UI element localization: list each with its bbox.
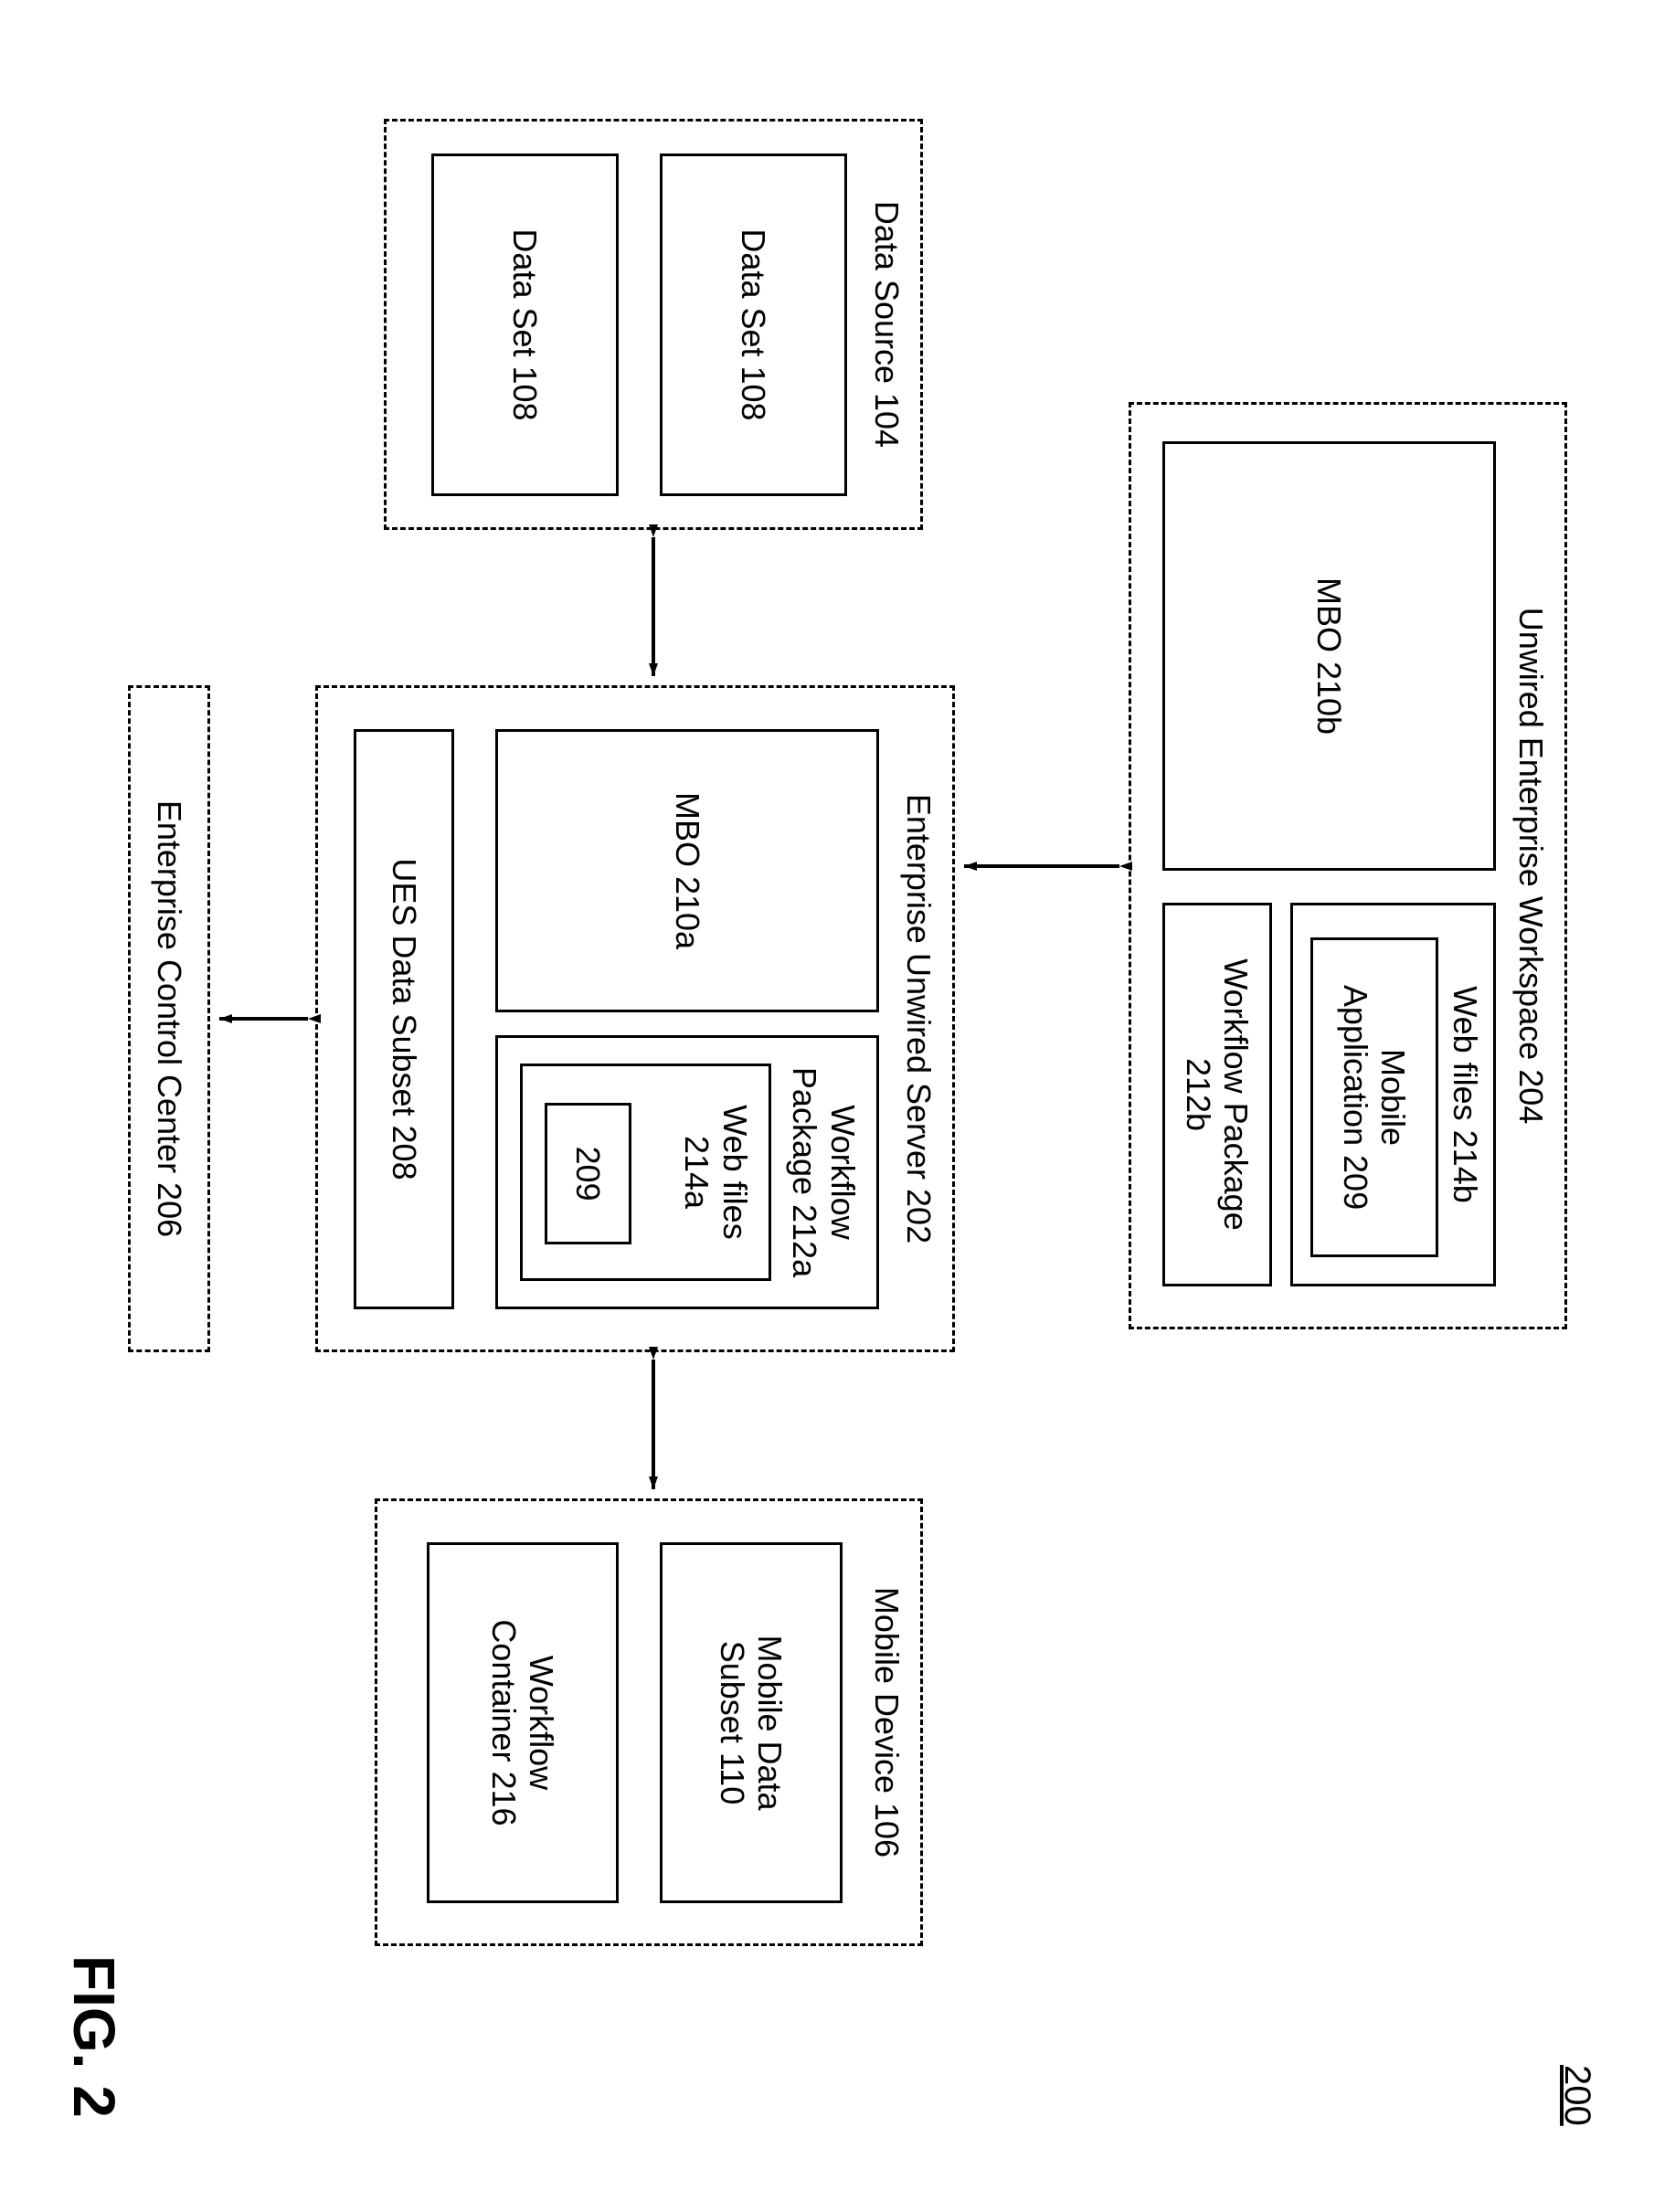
uew-web-files-label: Web files 214b [1446,905,1484,1284]
data-set-2-label: Data Set 108 [434,156,616,493]
ecc-title: Enterprise Control Center 206 [131,688,207,1349]
mobile-device: Mobile Device 106 Mobile Data Subset 110… [375,1498,923,1946]
mobile-data-subset: Mobile Data Subset 110 [660,1542,843,1903]
eus-workflow-package: Workflow Package 212a Web files 214a 209 [495,1035,879,1309]
eus-mbo-label: MBO 210a [498,732,876,1010]
arrow-uew-eus [955,855,1129,877]
uew-title: Unwired Enterprise Workspace 204 [1511,405,1550,1327]
uew-mobile-application: Mobile Application 209 [1310,937,1438,1257]
unwired-enterprise-workspace: Unwired Enterprise Workspace 204 MBO 210… [1129,402,1567,1329]
eus-web-files-label: Web files 214a [673,1066,759,1278]
eus-inner-209-label: 209 [547,1106,629,1242]
uew-workflow-pkg-label: Workflow Package 212b [1165,905,1269,1284]
data-set-1: Data Set 108 [660,153,847,496]
arrow-eus-mobiledevice [642,1352,664,1498]
ues-data-subset: UES Data Subset 208 [354,729,454,1309]
data-source: Data Source 104 Data Set 108 Data Set 10… [384,119,923,530]
eus-web-files: Web files 214a 209 [520,1064,771,1281]
workflow-container-label: Workflow Container 216 [429,1545,616,1900]
uew-web-files: Web files 214b Mobile Application 209 [1290,903,1496,1286]
data-source-title: Data Source 104 [867,122,906,527]
data-set-1-label: Data Set 108 [663,156,844,493]
mobile-data-subset-label: Mobile Data Subset 110 [663,1545,840,1900]
eus-inner-209: 209 [545,1103,631,1244]
figure-caption: FIG. 2 [60,1955,128,2118]
uew-workflow-package: Workflow Package 212b [1162,903,1272,1286]
data-set-2: Data Set 108 [431,153,619,496]
arrow-datasource-eus [642,530,664,685]
uew-mbo: MBO 210b [1162,441,1496,871]
eus-mbo: MBO 210a [495,729,879,1012]
ues-data-subset-label: UES Data Subset 208 [356,732,451,1307]
enterprise-unwired-server: Enterprise Unwired Server 202 MBO 210a W… [315,685,955,1352]
figure-number: 200 [1556,2065,1597,2126]
mobile-device-title: Mobile Device 106 [867,1501,906,1943]
eus-workflow-pkg-label: Workflow Package 212a [780,1038,867,1307]
uew-mobile-app-label: Mobile Application 209 [1313,940,1436,1254]
enterprise-control-center: Enterprise Control Center 206 [128,685,210,1352]
eus-title: Enterprise Unwired Server 202 [899,688,938,1349]
workflow-container: Workflow Container 216 [427,1542,619,1903]
arrow-eus-ecc [210,1008,315,1030]
uew-mbo-label: MBO 210b [1165,444,1493,868]
